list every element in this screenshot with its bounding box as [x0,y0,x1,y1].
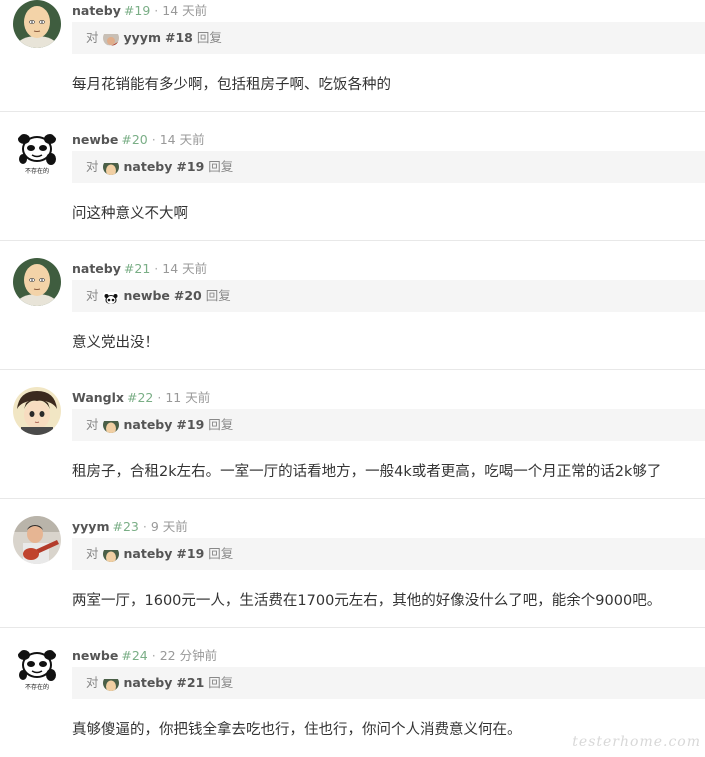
reply-time: 22 分钟前 [159,648,218,663]
author-link[interactable]: nateby [72,261,121,276]
nateby-mini-avatar [102,159,119,175]
quote-suffix: 回复 [208,417,234,432]
reply-quote: 对 nateby #19 回复 [72,409,705,441]
reply-time: 14 天前 [162,261,208,276]
reply-quote: 对 yyym #18 回复 [72,22,705,54]
panda-caption: 不存在的 [25,167,49,175]
reply-quote: 对 newbe #20 回复 [72,280,705,312]
separator-dot: · [154,261,159,276]
separator-dot: · [142,519,147,534]
saitama-avatar[interactable] [13,258,61,306]
separator-dot: · [154,3,159,18]
quote-floor-link[interactable]: #21 [176,675,204,690]
reply-time: 14 天前 [159,132,205,147]
author-link[interactable]: newbe [72,132,118,147]
quote-suffix: 回复 [208,159,234,174]
quote-floor-link[interactable]: #19 [176,417,204,432]
floor-link[interactable]: #22 [127,390,153,405]
author-link[interactable]: nateby [72,3,121,18]
quote-prefix: 对 [86,30,99,45]
reply-content: 每月花销能有多少啊，包括租房子啊、吃饭各种的 [72,77,391,93]
reply-meta: newbe #24 · 22 分钟前 [72,645,217,664]
saitama-avatar[interactable] [13,0,61,48]
quote-suffix: 回复 [208,675,234,690]
author-link[interactable]: Wanglx [72,390,124,405]
quote-author-link[interactable]: yyym [124,30,161,45]
reply-quote: 对 nateby #21 回复 [72,667,705,699]
reply-content: 真够傻逼的，你把钱全拿去吃也行，住也行，你问个人消费意义何在。 [72,722,522,738]
quote-suffix: 回复 [208,546,234,561]
reply-item: 不存在的 newbe #20 · 14 天前 对 nateby #19 回复 问这种意义不大… [0,112,705,241]
reply-time: 9 天前 [150,519,188,534]
reply-meta: yyym #23 · 9 天前 [72,516,188,535]
nateby-mini-avatar [102,675,119,691]
separator-dot: · [157,390,162,405]
quote-prefix: 对 [86,546,99,561]
quote-floor-link[interactable]: #20 [174,288,202,303]
reply-content: 问这种意义不大啊 [72,206,188,222]
quote-author-link[interactable]: nateby [124,159,173,174]
panda-meme-avatar[interactable]: 不存在的 [13,129,61,177]
reply-quote: 对 nateby #19 回复 [72,151,705,183]
reply-item: Wanglx #22 · 11 天前 对 nateby #19 回复 租房子，合租2k左右。… [0,370,705,499]
reply-content: 租房子，合租2k左右。一室一厅的话看地方，一般4k或者更高，吃喝一个月正常的话2… [72,464,662,480]
separator-dot: · [151,648,156,663]
nateby-mini-avatar [102,546,119,562]
floor-link[interactable]: #21 [124,261,150,276]
reply-content: 意义党出没！ [72,335,159,351]
floor-link[interactable]: #23 [112,519,138,534]
site-watermark: testerhome.com [572,734,701,750]
reply-meta: nateby #21 · 14 天前 [72,258,207,277]
reply-content: 两室一厅，1600元一人，生活费在1700元左右，其他的好像没什么了吧，能余个9… [72,593,662,609]
floor-link[interactable]: #19 [124,3,150,18]
reply-meta: Wanglx #22 · 11 天前 [72,387,210,406]
reply-item: nateby #19 · 14 天前 对 yyym #18 回复 每月花销能有多少啊，包括租… [0,0,705,112]
newbe-mini-avatar [102,288,119,304]
reply-time: 11 天前 [165,390,211,405]
floor-link[interactable]: #20 [121,132,147,147]
panda-caption: 不存在的 [25,683,49,691]
reply-meta: nateby #19 · 14 天前 [72,0,207,19]
quote-suffix: 回复 [196,30,222,45]
quote-suffix: 回复 [205,288,231,303]
floor-link[interactable]: #24 [121,648,147,663]
quote-author-link[interactable]: nateby [124,546,173,561]
yyym-mini-avatar [102,30,119,46]
separator-dot: · [151,132,156,147]
quote-prefix: 对 [86,288,99,303]
quote-author-link[interactable]: nateby [124,417,173,432]
author-link[interactable]: yyym [72,519,109,534]
quote-floor-link[interactable]: #18 [165,30,193,45]
author-link[interactable]: newbe [72,648,118,663]
quote-prefix: 对 [86,417,99,432]
reply-time: 14 天前 [162,3,208,18]
guitar-player-avatar[interactable] [13,516,61,564]
quote-author-link[interactable]: newbe [124,288,170,303]
quote-prefix: 对 [86,675,99,690]
reply-meta: newbe #20 · 14 天前 [72,129,205,148]
quote-prefix: 对 [86,159,99,174]
quote-floor-link[interactable]: #19 [176,546,204,561]
quote-floor-link[interactable]: #19 [176,159,204,174]
anime-boy-avatar[interactable] [13,387,61,435]
quote-author-link[interactable]: nateby [124,675,173,690]
reply-quote: 对 nateby #19 回复 [72,538,705,570]
reply-item: yyym #23 · 9 天前 对 nateby #19 回复 两室一厅，1600元一人，生… [0,499,705,628]
reply-item: nateby #21 · 14 天前 对 newbe #20 回复 意义党出没！ [0,241,705,370]
nateby-mini-avatar [102,417,119,433]
panda-meme-avatar[interactable]: 不存在的 [13,645,61,693]
